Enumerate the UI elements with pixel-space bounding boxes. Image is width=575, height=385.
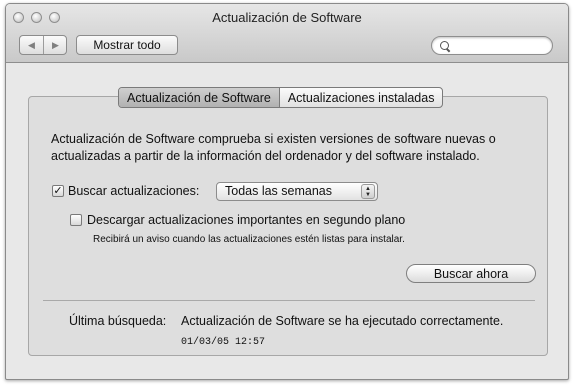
- title-toolbar: Actualización de Software ◀ ▶ Mostrar to…: [6, 4, 568, 63]
- tab-installed-updates[interactable]: Actualizaciones instaladas: [280, 88, 443, 107]
- last-check-date: 01/03/05 12:57: [181, 337, 266, 348]
- background-download-note: Recibirá un aviso cuando las actualizaci…: [93, 234, 405, 245]
- frequency-value: Todas las semanas: [225, 184, 333, 198]
- check-updates-checkbox[interactable]: ✓: [52, 185, 64, 197]
- window-title: Actualización de Software: [212, 10, 362, 25]
- last-check-label: Última búsqueda:: [69, 314, 167, 328]
- back-forward-control: ◀ ▶: [19, 35, 67, 55]
- checkmark-icon: ✓: [53, 184, 63, 197]
- search-input[interactable]: [454, 38, 546, 53]
- background-download-checkbox[interactable]: [70, 214, 82, 226]
- last-check-message: Actualización de Software se ha ejecutad…: [181, 314, 504, 328]
- search-field[interactable]: [431, 36, 553, 55]
- background-download-label: Descargar actualizaciones importantes en…: [87, 213, 406, 227]
- preferences-window: Actualización de Software ◀ ▶ Mostrar to…: [5, 3, 569, 380]
- update-description: Actualización de Software comprueba si e…: [51, 132, 496, 163]
- divider: [43, 300, 535, 301]
- tab-bar: Actualización de Software Actualizacione…: [118, 87, 444, 108]
- tab-software-update[interactable]: Actualización de Software: [119, 88, 280, 107]
- show-all-button[interactable]: Mostrar todo: [76, 35, 178, 55]
- check-now-button[interactable]: Buscar ahora: [406, 264, 536, 283]
- check-updates-label: Buscar actualizaciones:: [68, 184, 200, 198]
- back-icon[interactable]: ◀: [20, 36, 44, 54]
- frequency-select[interactable]: Todas las semanas ▲ ▼: [216, 182, 378, 201]
- forward-icon[interactable]: ▶: [44, 36, 67, 54]
- updown-arrows-icon: ▲ ▼: [361, 184, 375, 199]
